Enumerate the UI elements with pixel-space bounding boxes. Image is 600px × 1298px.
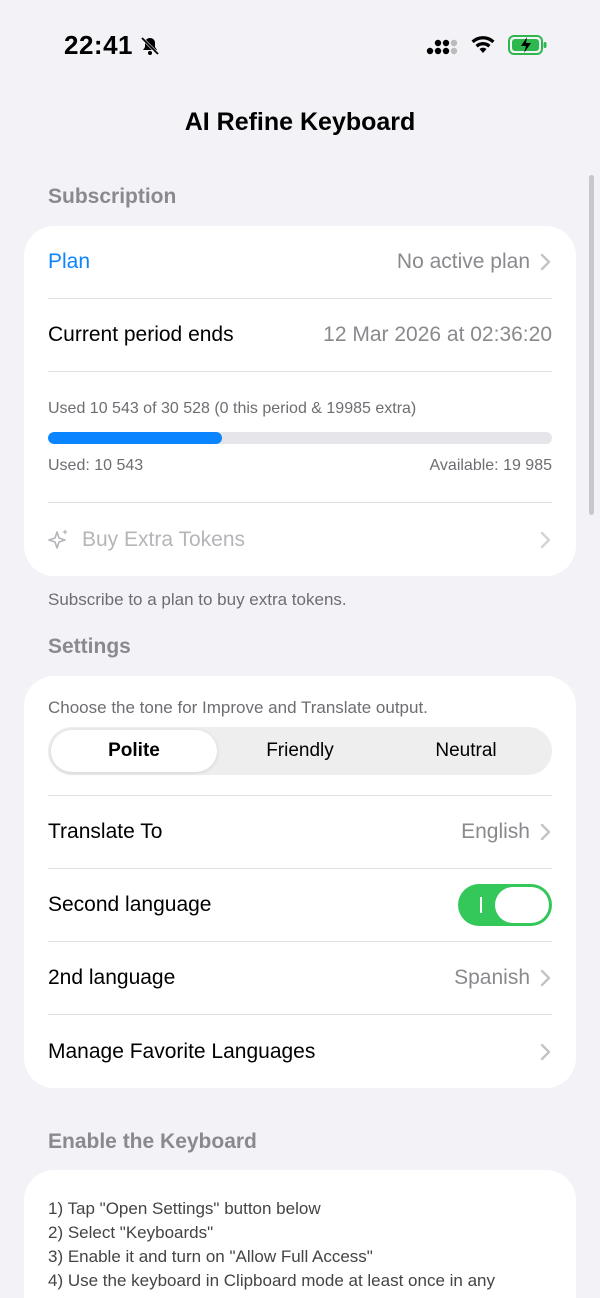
scroll-indicator[interactable] <box>589 175 594 515</box>
tone-friendly-segment[interactable]: Friendly <box>217 730 383 772</box>
sparkles-icon <box>48 528 68 549</box>
second-language-row: Second language <box>48 869 552 941</box>
screen: 22:41 AI Refine Keyboard Subscription Pl… <box>0 0 600 1298</box>
status-time-group: 22:41 <box>64 30 161 61</box>
second-language-label: Second language <box>48 893 212 916</box>
plan-value: No active plan <box>396 250 530 273</box>
plan-label: Plan <box>48 250 91 273</box>
chevron-right-icon <box>540 1043 551 1060</box>
usage-progress-fill <box>48 432 222 444</box>
buy-extra-tokens-button[interactable]: Buy Extra Tokens <box>48 503 552 576</box>
period-value: 12 Mar 2026 at 02:36:20 <box>323 323 552 346</box>
chevron-right-icon <box>540 823 551 841</box>
plan-row[interactable]: Plan No active plan <box>48 226 552 298</box>
toggle-on-indicator <box>480 897 482 913</box>
wifi-icon <box>471 36 495 53</box>
manage-favorites-label: Manage Favorite Languages <box>48 1039 316 1063</box>
chevron-right-icon <box>540 253 551 271</box>
chevron-right-icon <box>540 969 551 987</box>
translate-to-value-group: English <box>461 820 552 844</box>
second-language-value-row[interactable]: 2nd language Spanish <box>48 942 552 1014</box>
second-language-toggle[interactable] <box>458 884 552 926</box>
enable-keyboard-header: Enable the Keyboard <box>48 1130 257 1153</box>
battery-charging-icon <box>508 35 547 55</box>
translate-to-value: English <box>461 820 530 843</box>
divider <box>48 371 552 372</box>
instruction-step: 2) Select "Keyboards" <box>48 1223 214 1242</box>
tone-segmented-control: Polite Friendly Neutral <box>48 727 552 775</box>
translate-to-label: Translate To <box>48 820 163 843</box>
second-language-value-group: Spanish <box>454 966 552 990</box>
translate-to-row[interactable]: Translate To English <box>48 796 552 868</box>
usage-summary: Used 10 543 of 30 528 (0 this period & 1… <box>48 400 417 417</box>
buy-extra-label: Buy Extra Tokens <box>82 527 246 551</box>
buy-extra-group: Buy Extra Tokens <box>48 528 245 552</box>
second-language-value-label: 2nd language <box>48 966 176 989</box>
page-title: AI Refine Keyboard <box>184 108 416 136</box>
usage-progress-bar <box>48 432 552 444</box>
chevron-right-icon <box>540 531 551 548</box>
tone-polite-segment[interactable]: Polite <box>51 730 217 772</box>
used-text: Used: 10 543 <box>48 457 144 474</box>
instruction-step: 4) Use the keyboard in Clipboard mode at… <box>48 1271 495 1290</box>
toggle-knob <box>495 887 549 923</box>
subscription-footer: Subscribe to a plan to buy extra tokens. <box>48 590 347 609</box>
instruction-step: 1) Tap "Open Settings" button below <box>48 1199 321 1218</box>
settings-header: Settings <box>48 635 131 658</box>
subscription-header: Subscription <box>48 185 177 208</box>
bell-slash-icon <box>140 36 160 55</box>
second-language-value: Spanish <box>454 966 530 989</box>
instruction-step: 3) Enable it and turn on "Allow Full Acc… <box>48 1247 373 1266</box>
enable-instructions: 1) Tap "Open Settings" button below 2) S… <box>48 1197 552 1293</box>
enable-keyboard-card: 1) Tap "Open Settings" button below 2) S… <box>24 1170 576 1298</box>
status-time: 22:41 <box>64 30 133 60</box>
manage-favorite-languages-row[interactable]: Manage Favorite Languages <box>48 1015 552 1088</box>
period-label: Current period ends <box>48 323 234 346</box>
plan-value-group: No active plan <box>397 250 552 274</box>
status-bar: 22:41 <box>0 0 600 92</box>
settings-card: Choose the tone for Improve and Translat… <box>24 676 576 1088</box>
status-icons <box>426 34 548 56</box>
available-text: Available: 19 985 <box>429 457 552 474</box>
tone-neutral-segment[interactable]: Neutral <box>383 730 549 772</box>
period-row: Current period ends 12 Mar 2026 at 02:36… <box>48 299 552 371</box>
tone-caption: Choose the tone for Improve and Translat… <box>48 698 428 717</box>
signal-icon <box>426 39 458 55</box>
subscription-card: Plan No active plan Current period ends … <box>24 226 576 576</box>
